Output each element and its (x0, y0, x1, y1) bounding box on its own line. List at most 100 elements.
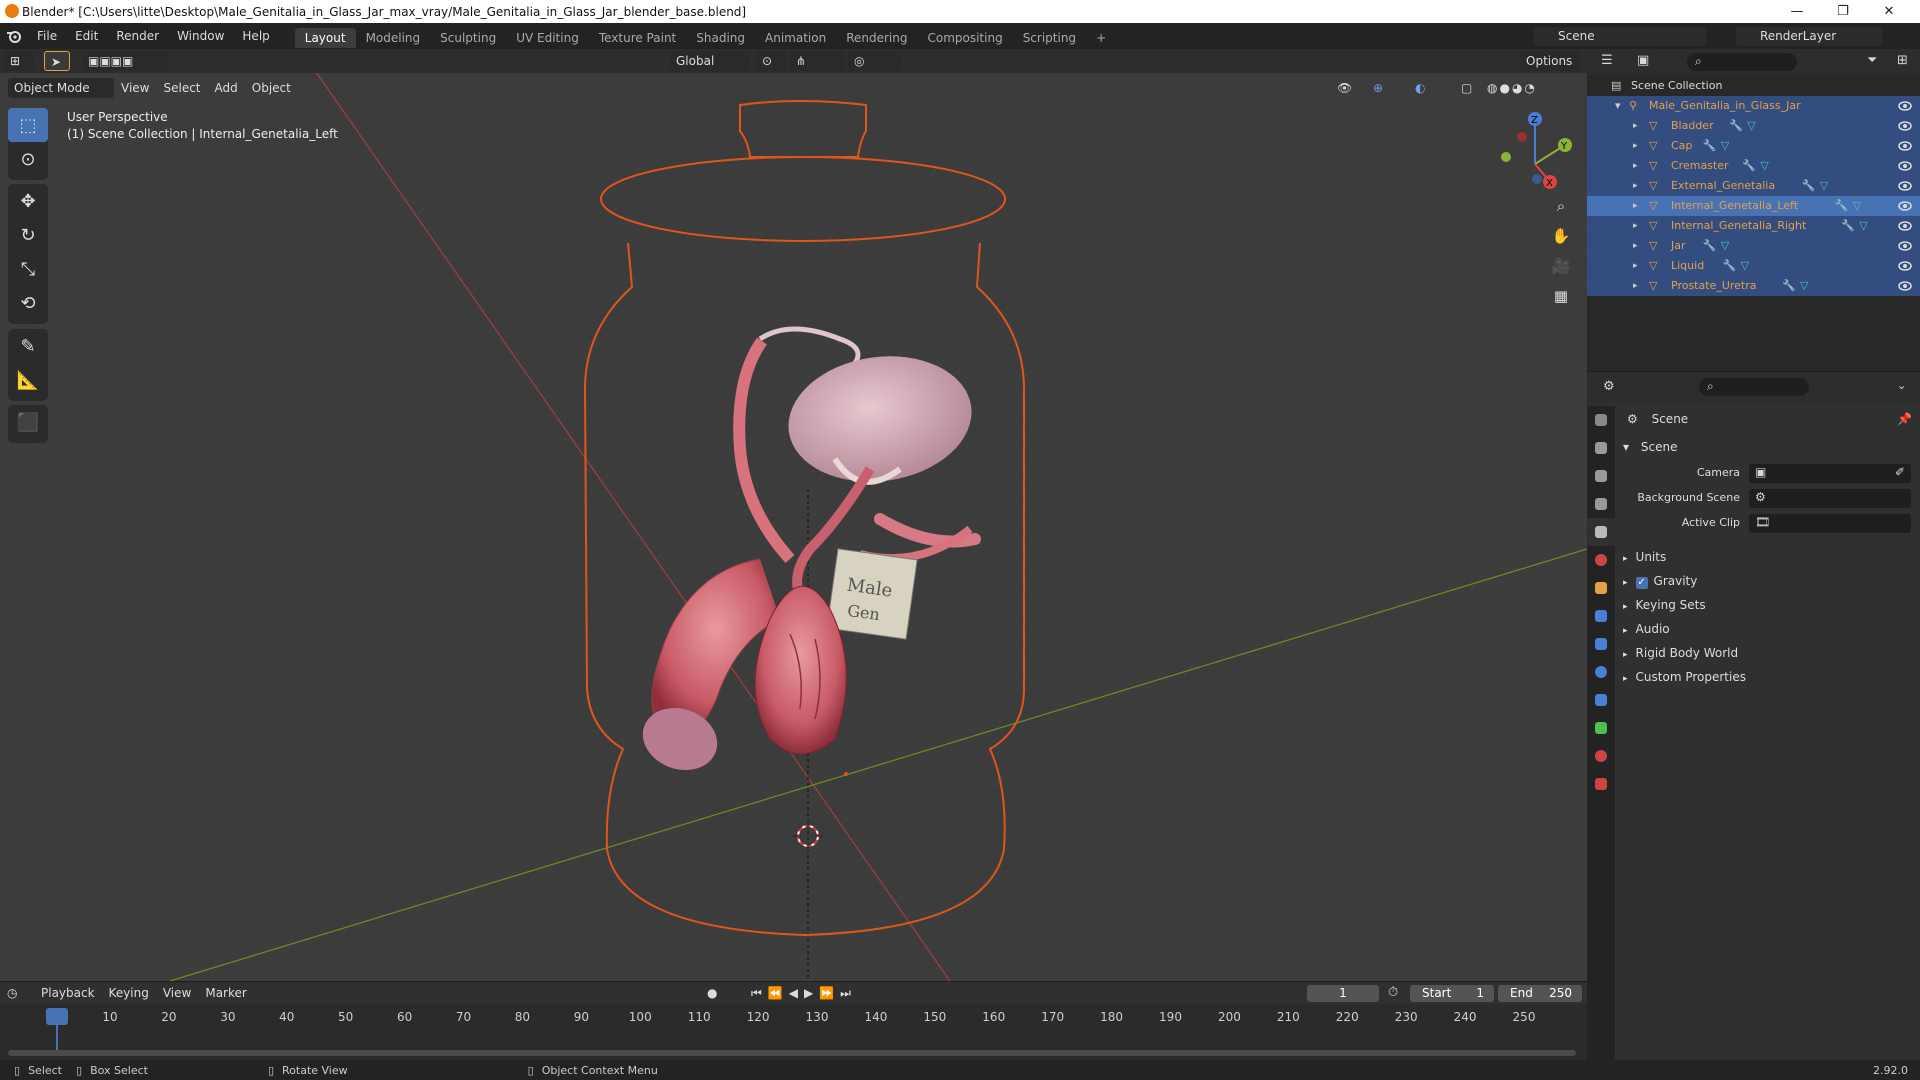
close-button[interactable]: ✕ (1866, 0, 1912, 23)
visibility-eye-icon[interactable] (1898, 99, 1912, 113)
data-tab-icon[interactable] (1587, 714, 1615, 742)
pin-icon[interactable]: 📌 (1897, 412, 1912, 426)
camera-field[interactable]: ▣ ✐ (1749, 464, 1911, 483)
tab-modeling[interactable]: Modeling (356, 28, 431, 48)
chevron-down-icon[interactable]: ⌄ (1897, 379, 1906, 392)
subpanel-header[interactable]: ▸ Units (1623, 550, 1666, 564)
menu-file[interactable]: File (28, 23, 66, 49)
world-tab-icon[interactable] (1587, 546, 1615, 574)
display-mode-icon[interactable]: ▣ (1637, 53, 1649, 68)
tab-uv-editing[interactable]: UV Editing (506, 28, 589, 48)
render-tab-icon[interactable] (1587, 434, 1615, 462)
options-dropdown[interactable]: Options (1520, 51, 1580, 71)
playhead[interactable] (46, 1008, 68, 1025)
playback-menu[interactable]: Playback (34, 983, 102, 1003)
visibility-eye-icon[interactable] (1898, 179, 1912, 193)
modifier-wrench-icon[interactable]: 🔧 (1841, 216, 1855, 236)
annotate-tool-icon[interactable]: ✎ (8, 329, 48, 363)
outliner-object-row[interactable]: ▸ ▽ Cap 🔧 ▽ (1587, 136, 1920, 156)
outliner-object-row[interactable]: ▸ ▽ Internal_Genetalia_Left 🔧 ▽ (1587, 196, 1920, 216)
visibility-eye-icon[interactable] (1898, 259, 1912, 273)
properties-search-input[interactable]: ⌕ (1699, 378, 1809, 396)
shading-mode-buttons[interactable]: ◍●◕◔ (1480, 78, 1564, 98)
autokey-record-icon[interactable]: ● (700, 983, 724, 1003)
mesh-data-icon[interactable]: ▽ (1747, 116, 1755, 136)
expand-arrow-icon[interactable]: ▸ (1633, 136, 1638, 156)
modifier-wrench-icon[interactable]: 🔧 (1835, 196, 1849, 216)
visibility-eye-icon[interactable] (1898, 239, 1912, 253)
tab-animation[interactable]: Animation (755, 28, 836, 48)
zoom-icon[interactable]: ⌕ (1548, 193, 1574, 219)
subpanel-header[interactable]: ▸ Rigid Body World (1623, 646, 1738, 660)
maximize-button[interactable]: ❐ (1820, 0, 1866, 23)
view-menu[interactable]: View (114, 78, 156, 98)
eyedropper-icon[interactable]: ✐ (1895, 465, 1905, 479)
scale-tool-icon[interactable]: ⤡ (8, 252, 48, 286)
active-clip-field[interactable]: 🎞 (1749, 514, 1911, 533)
object-mode-dropdown[interactable]: Object Mode (8, 78, 114, 98)
outliner-object-row[interactable]: ▸ ▽ Liquid 🔧 ▽ (1587, 256, 1920, 276)
modifier-wrench-icon[interactable]: 🔧 (1723, 256, 1737, 276)
camera-view-icon[interactable]: 🎥 (1548, 253, 1574, 279)
selection-mode-buttons[interactable]: ▣▣▣▣ (82, 51, 168, 71)
preview-range-icon[interactable]: ⏱ (1388, 985, 1398, 1000)
background-scene-field[interactable]: ⚙ (1749, 489, 1911, 508)
tab-sculpting[interactable]: Sculpting (430, 28, 506, 48)
tab-compositing[interactable]: Compositing (917, 28, 1012, 48)
rotate-tool-icon[interactable]: ↻ (8, 218, 48, 252)
view-layer-selector[interactable]: RenderLayer (1736, 27, 1882, 46)
measure-tool-icon[interactable]: 📐 (8, 363, 48, 397)
editor-type-icon[interactable]: ⊞ (4, 51, 34, 71)
modifier-wrench-icon[interactable]: 🔧 (1729, 116, 1743, 136)
collection-row[interactable]: ▾ ⚲ Male_Genitalia_in_Glass_Jar (1587, 96, 1920, 116)
ortho-grid-icon[interactable]: ▦ (1548, 283, 1574, 309)
material-tab-icon[interactable] (1587, 742, 1615, 770)
pivot-point-icon[interactable]: ⊙ (756, 51, 786, 71)
tab-texture-paint[interactable]: Texture Paint (589, 28, 686, 48)
cursor-tool[interactable]: ⊙ (8, 142, 48, 176)
start-frame-field[interactable]: Start 1 (1410, 985, 1494, 1002)
mesh-data-icon[interactable]: ▽ (1859, 216, 1867, 236)
tab-scripting[interactable]: Scripting (1013, 28, 1086, 48)
object-menu[interactable]: Object (245, 78, 298, 98)
visibility-eye-icon[interactable] (1898, 219, 1912, 233)
add-workspace-button[interactable]: + (1086, 28, 1116, 48)
modifier-wrench-icon[interactable]: 🔧 (1782, 276, 1796, 296)
subpanel-header[interactable]: ▸ ✓ Gravity (1623, 574, 1697, 589)
scene-collection-row[interactable]: ▤ Scene Collection (1587, 76, 1920, 96)
constraints-tab-icon[interactable] (1587, 686, 1615, 714)
outliner-search-input[interactable]: ⌕ (1687, 53, 1797, 71)
add-cube-tool-icon[interactable]: ⬛ (8, 405, 48, 439)
expand-arrow-icon[interactable]: ▸ (1633, 276, 1638, 296)
timeline-view-menu[interactable]: View (156, 983, 198, 1003)
outliner-object-row[interactable]: ▸ ▽ Internal_Genetalia_Right 🔧 ▽ (1587, 216, 1920, 236)
visibility-icon[interactable]: 👁 (1330, 78, 1359, 98)
modifier-wrench-icon[interactable]: 🔧 (1703, 236, 1717, 256)
modifier-tab-icon[interactable] (1587, 602, 1615, 630)
outliner-editor-type-icon[interactable]: ☰ (1601, 53, 1613, 68)
expand-arrow-icon[interactable]: ▸ (1633, 196, 1638, 216)
select-menu[interactable]: Select (156, 78, 207, 98)
tab-shading[interactable]: Shading (686, 28, 755, 48)
new-collection-icon[interactable]: ⊞ (1897, 53, 1908, 68)
visibility-eye-icon[interactable] (1898, 159, 1912, 173)
outliner-object-row[interactable]: ▸ ▽ Bladder 🔧 ▽ (1587, 116, 1920, 136)
timeline-editor-type-icon[interactable]: ◷ (0, 983, 34, 1003)
menu-render[interactable]: Render (107, 23, 168, 49)
visibility-eye-icon[interactable] (1898, 119, 1912, 133)
menu-window[interactable]: Window (168, 23, 233, 49)
modifier-wrench-icon[interactable]: 🔧 (1802, 176, 1816, 196)
current-frame-field[interactable]: 1 (1307, 985, 1379, 1002)
mesh-data-icon[interactable]: ▽ (1853, 196, 1861, 216)
xray-icon[interactable]: ▢ (1454, 78, 1479, 98)
3d-viewport[interactable]: Male Gen Z Y X ⊞ ➤ ▣▣▣▣ Global ⊙ ⋔ ◎ Opt… (0, 49, 1587, 981)
expand-arrow-icon[interactable]: ▾ (1615, 96, 1621, 116)
blender-menu-icon[interactable] (0, 23, 28, 49)
mesh-data-icon[interactable]: ▽ (1721, 236, 1729, 256)
snapping-icon[interactable]: ⋔ (790, 51, 844, 71)
tool-tab-icon[interactable] (1587, 406, 1615, 434)
visibility-eye-icon[interactable] (1898, 199, 1912, 213)
tab-rendering[interactable]: Rendering (836, 28, 917, 48)
marker-menu[interactable]: Marker (198, 983, 253, 1003)
filter-icon[interactable]: ⏷ (1867, 53, 1877, 68)
